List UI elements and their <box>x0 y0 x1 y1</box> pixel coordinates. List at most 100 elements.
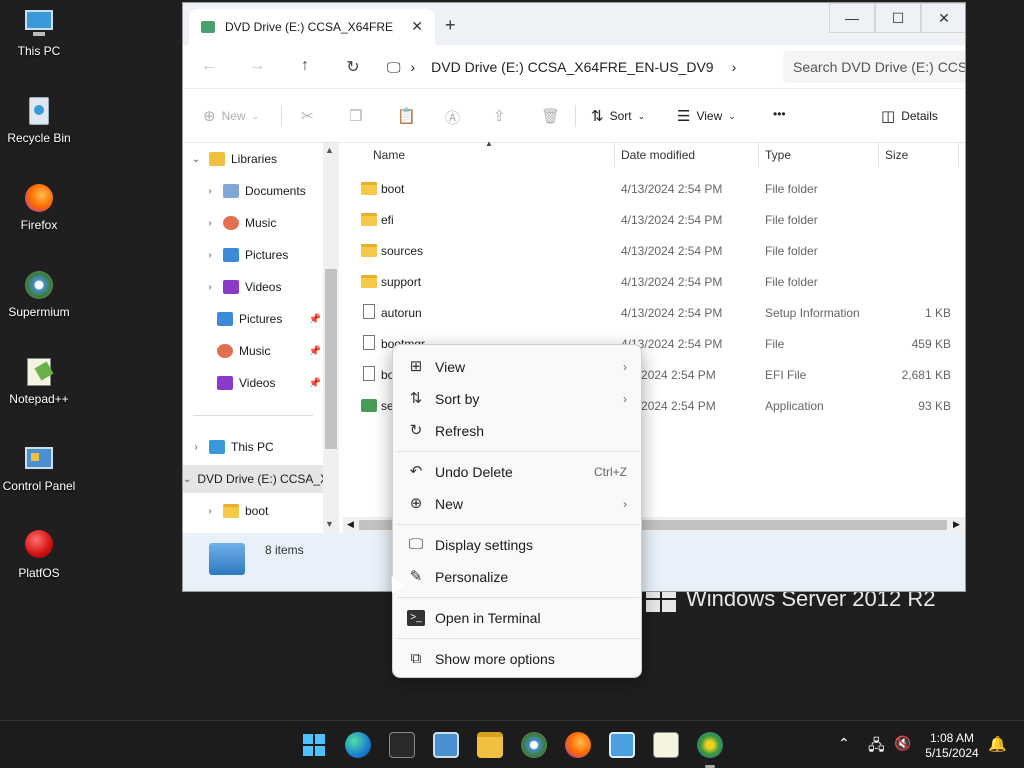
menu-item-new[interactable]: ⊕ New › <box>397 489 639 519</box>
nav-item-music[interactable]: › Music <box>183 209 339 237</box>
delete-button[interactable]: 🗑 <box>541 107 560 125</box>
tab-dvd-drive[interactable]: DVD Drive (E:) CCSA_X64FRE_EN-US_DV9 ✕ <box>189 9 435 45</box>
share-button[interactable]: ⇪ <box>493 107 506 125</box>
control-panel-icon[interactable] <box>433 732 459 758</box>
scroll-left-icon[interactable]: ◀ <box>347 519 354 530</box>
chevron-down-icon[interactable]: ⌄ <box>183 474 191 485</box>
rename-button[interactable]: Ⓐ <box>445 107 460 128</box>
menu-item-show-more-options[interactable]: ⧉ Show more options <box>397 644 639 674</box>
nav-item-documents[interactable]: › Documents <box>183 177 339 205</box>
refresh-button[interactable]: ↻ <box>343 57 363 77</box>
notification-bell-icon[interactable]: 🔔 <box>988 735 1007 753</box>
chevron-right-icon[interactable]: › <box>183 442 209 453</box>
menu-separator <box>397 597 639 598</box>
terminal-icon[interactable] <box>389 732 415 758</box>
nav-item-boot[interactable]: › boot <box>183 497 339 525</box>
minimize-button[interactable]: — <box>829 3 875 33</box>
desktop-icon-control-panel[interactable]: Control Panel <box>0 443 78 493</box>
nav-item-videos[interactable]: › Videos <box>183 273 339 301</box>
navigation-pane: ⌄ Libraries › Documents › Music › Pictures ›… <box>183 143 339 533</box>
desktop-icon-supermium[interactable]: Supermium <box>0 269 78 319</box>
cut-button[interactable]: ✂ <box>301 107 314 125</box>
nav-item-libraries[interactable]: ⌄ Libraries <box>183 145 339 173</box>
firefox-icon[interactable] <box>565 732 591 758</box>
scroll-right-icon[interactable]: ▶ <box>953 519 960 530</box>
file-row[interactable]: boot 4/13/2024 2:54 PM File folder <box>341 173 961 204</box>
menu-item-view[interactable]: ⊞ View › <box>397 352 639 382</box>
nav-item-music-pinned[interactable]: Music 📌 <box>183 337 339 365</box>
file-row[interactable]: sources 4/13/2024 2:54 PM File folder <box>341 235 961 266</box>
back-button[interactable]: ← <box>199 57 219 75</box>
copy-button[interactable]: ❐ <box>349 107 362 125</box>
notepadpp-icon[interactable] <box>653 732 679 758</box>
scroll-up-icon[interactable]: ▲ <box>325 145 334 155</box>
menu-item-open-terminal[interactable]: >_ Open in Terminal <box>397 603 639 633</box>
music-icon <box>217 344 233 358</box>
close-window-button[interactable]: ✕ <box>921 3 965 33</box>
more-button[interactable]: ••• <box>773 107 786 121</box>
column-header-type[interactable]: Type <box>759 143 879 167</box>
up-button[interactable]: ↑ <box>295 57 315 75</box>
supermium-icon[interactable] <box>521 732 547 758</box>
folder-icon <box>223 504 239 518</box>
forward-button[interactable]: → <box>247 57 267 75</box>
chevron-right-icon[interactable]: › <box>197 186 223 197</box>
edge-icon[interactable] <box>345 732 371 758</box>
close-tab-icon[interactable]: ✕ <box>411 18 423 35</box>
chevron-down-icon[interactable]: ⌄ <box>183 154 209 165</box>
desktop-icon-recycle-bin[interactable]: Recycle Bin <box>0 95 78 145</box>
chevron-right-icon[interactable]: › <box>197 218 223 229</box>
view-button[interactable]: ☰ View ⌄ <box>677 107 736 125</box>
show-hidden-icons-chevron-icon[interactable]: ⌃ <box>838 735 850 752</box>
network-app-icon[interactable] <box>697 732 723 768</box>
nav-scrollbar[interactable]: ▲ ▼ <box>323 143 339 533</box>
pin-icon: 📌 <box>308 345 321 357</box>
details-button[interactable]: ◫ Details <box>881 107 938 125</box>
file-explorer-icon[interactable] <box>477 732 503 758</box>
videos-icon <box>217 376 233 390</box>
file-row[interactable]: autorun 4/13/2024 2:54 PM Setup Informatio… <box>341 297 961 328</box>
address-bar[interactable]: 🖵 › DVD Drive (E:) CCSA_X64FRE_EN-US_DV9… <box>387 51 767 83</box>
file-row[interactable]: support 4/13/2024 2:54 PM File folder <box>341 266 961 297</box>
desktop-icon-platfos[interactable]: PlatfOS <box>0 530 78 580</box>
nav-item-pictures[interactable]: › Pictures <box>183 241 339 269</box>
nav-item-pictures-pinned[interactable]: Pictures 📌 <box>183 305 339 333</box>
chevron-right-icon[interactable]: › <box>732 59 737 75</box>
network-icon[interactable]: 🖧 <box>868 735 885 760</box>
nav-item-videos-pinned[interactable]: Videos 📌 <box>183 369 339 397</box>
scroll-down-icon[interactable]: ▼ <box>325 519 334 529</box>
maximize-button[interactable]: ☐ <box>875 3 921 33</box>
menu-item-display-settings[interactable]: 🖵 Display settings <box>397 530 639 560</box>
chevron-right-icon[interactable]: › <box>197 506 223 517</box>
menu-item-undo-delete[interactable]: ↶ Undo Delete Ctrl+Z <box>397 457 639 487</box>
column-header-size[interactable]: Size <box>879 143 959 167</box>
clock[interactable]: 1:08 AM 5/15/2024 <box>920 731 984 761</box>
menu-separator <box>397 451 639 452</box>
search-input[interactable]: Search DVD Drive (E:) CCSA_X64FRE_EN-US_… <box>783 51 965 83</box>
column-header-name[interactable]: Name ▲ <box>367 139 615 167</box>
nav-item-this-pc[interactable]: › This PC <box>183 433 339 461</box>
menu-item-personalize[interactable]: ✎ Personalize <box>397 562 639 592</box>
clock-time: 1:08 AM <box>929 731 975 745</box>
scrollbar-thumb[interactable] <box>325 269 337 449</box>
menu-item-refresh[interactable]: ↻ Refresh <box>397 416 639 446</box>
column-label: Type <box>765 148 792 162</box>
chevron-right-icon[interactable]: › <box>197 250 223 261</box>
firefox-icon <box>23 182 55 214</box>
desktop-icon-notepadpp[interactable]: Notepad++ <box>0 356 78 406</box>
desktop-icon-this-pc[interactable]: This PC <box>0 8 78 58</box>
supermium-icon <box>23 269 55 301</box>
sort-button[interactable]: ⇅ Sort ⌄ <box>591 107 645 125</box>
start-button[interactable] <box>301 732 327 758</box>
new-button[interactable]: ⊕ New ⌄ <box>203 107 259 125</box>
paste-button[interactable]: 📋 <box>397 107 416 125</box>
menu-item-sort-by[interactable]: ⇅ Sort by › <box>397 384 639 414</box>
notepad-icon[interactable] <box>609 732 635 758</box>
new-tab-button[interactable]: + <box>445 15 456 36</box>
column-header-date[interactable]: Date modified <box>615 143 759 167</box>
desktop-icon-firefox[interactable]: Firefox <box>0 182 78 232</box>
file-row[interactable]: efi 4/13/2024 2:54 PM File folder <box>341 204 961 235</box>
chevron-right-icon[interactable]: › <box>197 282 223 293</box>
nav-item-dvd-drive[interactable]: ⌄ DVD Drive (E:) CCSA_X64FRE_EN-US_DV9 <box>183 465 339 493</box>
volume-muted-icon[interactable]: 🔇 <box>894 735 911 752</box>
